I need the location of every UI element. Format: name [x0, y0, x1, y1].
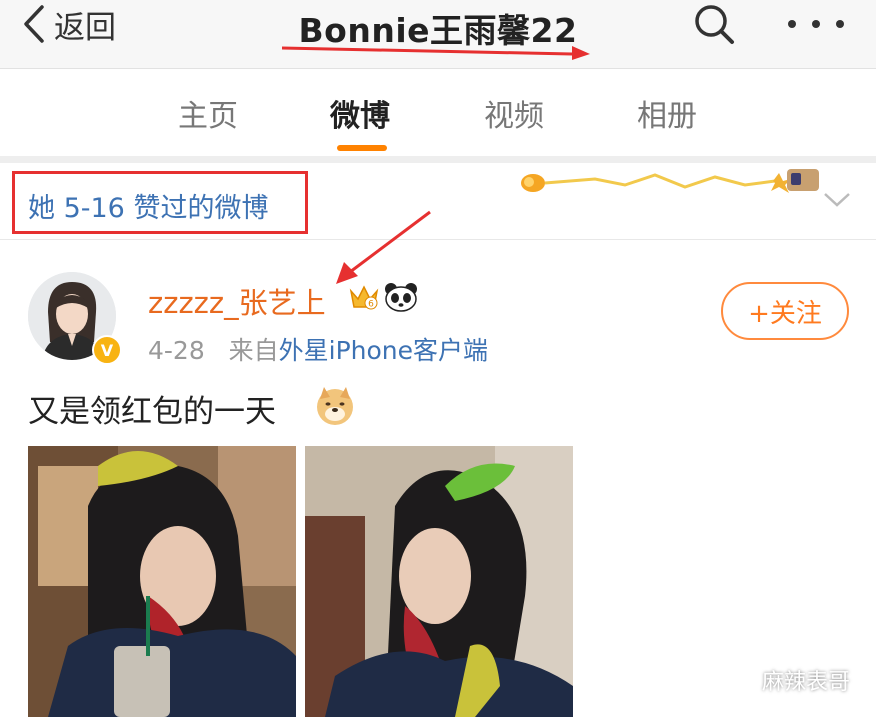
search-button[interactable]: [692, 2, 736, 46]
wechat-icon: [728, 669, 755, 690]
tab-weibo[interactable]: 微博: [330, 91, 390, 135]
chevron-down-icon[interactable]: [822, 190, 852, 210]
post-text: 又是领红包的一天: [28, 394, 276, 430]
post-source-prefix: 来自: [228, 336, 279, 365]
annotation-arrow-title: [282, 46, 590, 60]
shooting-star-decoration: [521, 169, 819, 193]
post-image-1[interactable]: [28, 446, 296, 717]
watermark: 麻辣表哥: [728, 664, 850, 696]
profile-tabs: 主页 微博 视频 相册: [0, 69, 876, 156]
active-tab-indicator: [337, 145, 387, 151]
post-image-2[interactable]: [305, 446, 573, 717]
post-source[interactable]: 外星iPhone客户端: [279, 336, 488, 365]
tab-video[interactable]: 视频: [484, 91, 544, 135]
annotation-box: [12, 171, 308, 234]
svg-text:6: 6: [368, 300, 374, 310]
watermark-text: 麻辣表哥: [762, 670, 851, 695]
doge-emoji-icon: [317, 387, 353, 425]
tab-home[interactable]: 主页: [178, 91, 238, 135]
divider: [0, 156, 876, 163]
search-icon: [695, 5, 734, 44]
follow-button[interactable]: +关注: [721, 282, 849, 340]
more-icon: [788, 20, 796, 28]
tab-album[interactable]: 相册: [637, 91, 697, 135]
more-button[interactable]: [788, 2, 844, 46]
post-date: 4-28: [148, 336, 205, 365]
post-username[interactable]: zzzzz_张艺上: [148, 280, 326, 322]
verified-badge: V: [92, 335, 122, 365]
annotation-arrow-username: [336, 210, 431, 284]
post-meta: 4-28 来自外星iPhone客户端: [148, 331, 488, 367]
